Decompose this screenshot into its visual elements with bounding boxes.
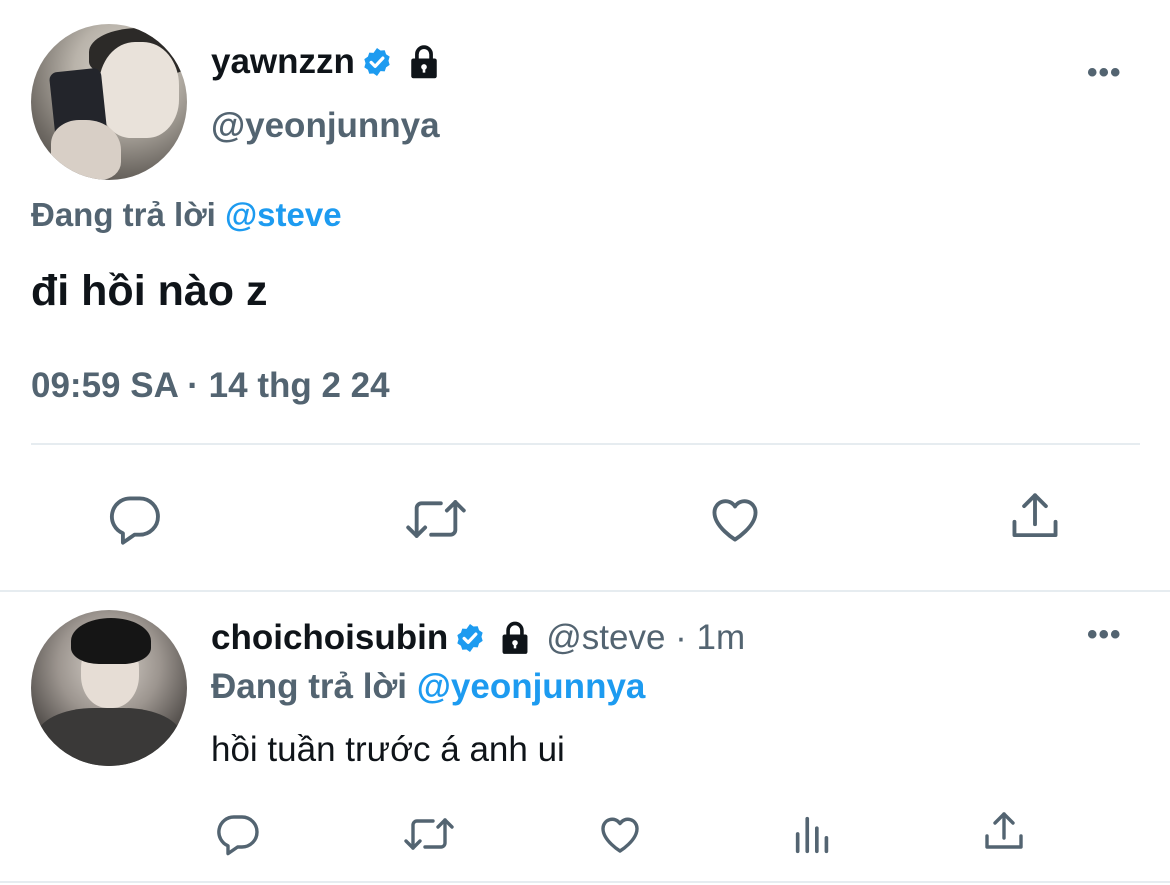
reply-icon[interactable] bbox=[106, 490, 164, 548]
divider bbox=[0, 881, 1170, 883]
author-name-text: yawnzzn bbox=[211, 42, 355, 81]
reply-replying-to-line: Đang trả lời @yeonjunnya bbox=[211, 667, 645, 707]
share-icon[interactable] bbox=[980, 808, 1028, 856]
author-avatar[interactable] bbox=[31, 24, 187, 180]
like-icon[interactable] bbox=[706, 490, 764, 548]
reply-more-options-button[interactable]: ••• bbox=[1087, 620, 1122, 650]
verified-badge-icon bbox=[364, 48, 390, 76]
verified-badge-icon bbox=[457, 624, 483, 652]
reply-icon[interactable] bbox=[214, 810, 262, 858]
retweet-icon[interactable] bbox=[402, 490, 470, 548]
reply-author-avatar[interactable] bbox=[31, 610, 187, 766]
reply-author-name[interactable]: choichoisubin bbox=[211, 618, 448, 658]
tweet-text: đi hồi nào z bbox=[31, 267, 268, 315]
more-options-button[interactable]: ••• bbox=[1087, 58, 1122, 88]
divider bbox=[31, 443, 1140, 445]
replying-to-label: Đang trả lời bbox=[211, 667, 408, 706]
author-display-name[interactable]: yawnzzn bbox=[211, 42, 441, 82]
retweet-icon[interactable] bbox=[400, 810, 458, 858]
like-icon[interactable] bbox=[596, 810, 644, 858]
replying-to-line: Đang trả lời @steve bbox=[31, 196, 342, 234]
lock-icon bbox=[502, 621, 528, 654]
meta-separator: · bbox=[675, 618, 687, 657]
replying-to-label: Đang trả lời bbox=[31, 196, 216, 233]
author-handle[interactable]: @yeonjunnya bbox=[211, 106, 440, 146]
replying-to-mention[interactable]: @steve bbox=[225, 196, 342, 233]
analytics-icon[interactable] bbox=[790, 810, 836, 858]
reply-tweet-text: hồi tuần trước á anh ui bbox=[211, 730, 565, 769]
share-icon[interactable] bbox=[1006, 488, 1064, 546]
reply-time-ago: 1m bbox=[696, 618, 746, 657]
replying-to-mention[interactable]: @yeonjunnya bbox=[417, 667, 646, 706]
reply-meta: @steve · 1m bbox=[546, 618, 745, 658]
reply-header: choichoisubin @steve · 1m bbox=[211, 618, 745, 658]
lock-icon bbox=[411, 45, 437, 79]
tweet-timestamp[interactable]: 09:59 SA · 14 thg 2 24 bbox=[31, 366, 390, 406]
tweet-detail-screen: yawnzzn @yeonjunnya ••• Đang trả lời @st… bbox=[0, 0, 1170, 885]
reply-author-handle[interactable]: @steve bbox=[546, 618, 665, 657]
divider bbox=[0, 590, 1170, 592]
